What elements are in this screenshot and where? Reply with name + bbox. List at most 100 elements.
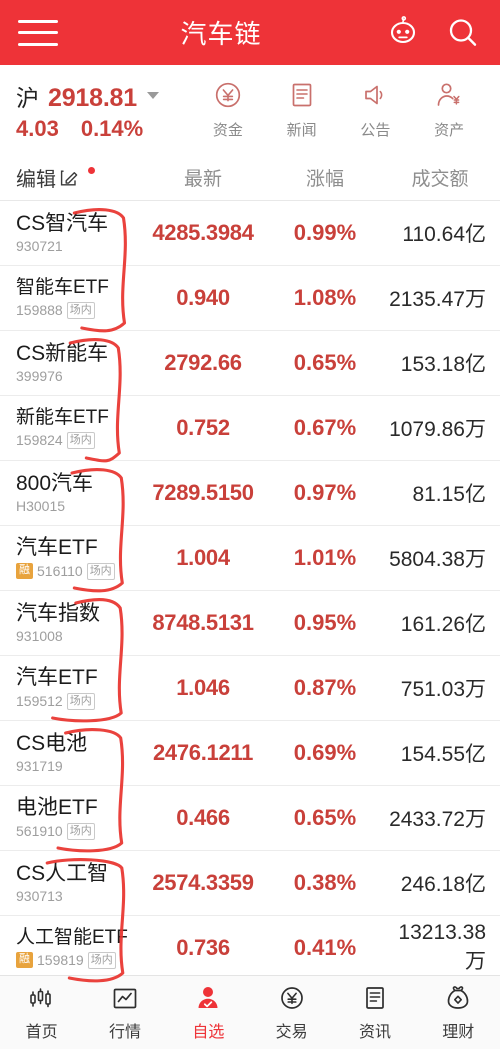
change-percent-value: 0.65% (293, 805, 357, 830)
turnover-amount-value: 2433.72万 (389, 808, 486, 831)
speaker-announce-icon (365, 85, 383, 105)
chevron-down-icon[interactable] (146, 92, 159, 99)
change-percent-value: 0.65% (293, 350, 357, 375)
table-row[interactable]: CS电池 931719 2476.1211 0.69% 154.55亿 (0, 721, 500, 786)
instrument-meta: 融 516110 场内 (16, 562, 136, 580)
margin-trading-badge: 融 (16, 563, 33, 580)
row-name-cell: 人工智能ETF 融 159819 场内 (0, 927, 136, 969)
quick-action-news[interactable]: 新闻 (271, 80, 333, 140)
row-name-cell: 智能车ETF 159888 场内 (0, 277, 136, 319)
row-name-cell: 汽车ETF 融 516110 场内 (0, 536, 136, 580)
nav-item-home[interactable]: 首页 (0, 984, 83, 1042)
index-name: 沪 (16, 84, 39, 111)
nav-label: 交易 (275, 1023, 308, 1041)
exchange-traded-badge: 场内 (66, 692, 95, 710)
index-summary[interactable]: 沪 2918.81 4.03 0.14% (16, 79, 191, 142)
row-name-cell: 电池ETF 561910 场内 (0, 796, 136, 840)
turnover-amount-value: 13213.38万 (398, 921, 486, 973)
quick-action-announcements[interactable]: 公告 (344, 80, 406, 140)
nav-item-watchlist[interactable]: 自选 (167, 984, 250, 1042)
instrument-name: 汽车ETF (16, 536, 98, 560)
instrument-name: 人工智能ETF (16, 927, 128, 949)
column-header-change[interactable]: 涨幅 (270, 164, 380, 191)
candlestick-icon (29, 987, 51, 1007)
instrument-name: CS电池 (16, 731, 88, 755)
change-percent-value: 0.97% (293, 480, 357, 505)
nav-item-markets[interactable]: 行情 (83, 984, 166, 1042)
instrument-code: 930721 (16, 238, 63, 255)
instrument-code: 516110 (37, 563, 83, 580)
instrument-code: 159512 (16, 693, 63, 710)
change-percent-value: 0.69% (293, 740, 357, 765)
price-value: 0.752 (176, 415, 230, 440)
nav-label: 自选 (192, 1023, 225, 1041)
quick-action-label: 资金 (212, 122, 243, 139)
table-row[interactable]: 汽车ETF 159512 场内 1.046 0.87% 751.03万 (0, 656, 500, 721)
exchange-traded-badge: 场内 (66, 822, 95, 840)
instrument-meta: 561910 场内 (16, 822, 136, 840)
row-name-cell: CS电池 931719 (0, 732, 136, 775)
quick-action-bar: 资金 新闻 公告 资产 (191, 80, 486, 140)
table-row[interactable]: CS智汽车 930721 4285.3984 0.99% 110.64亿 (0, 201, 500, 266)
quick-action-label: 新闻 (286, 122, 317, 139)
instrument-name: 电池ETF (16, 796, 98, 820)
index-and-quick-actions: 沪 2918.81 4.03 0.14% 资金 新闻 公告 资产 (0, 65, 500, 155)
instrument-name: 汽车ETF (16, 666, 98, 690)
price-value: 8748.5131 (152, 610, 254, 635)
table-row[interactable]: 汽车指数 931008 8748.5131 0.95% 161.26亿 (0, 591, 500, 656)
nav-label: 行情 (108, 1023, 141, 1041)
turnover-amount-value: 154.55亿 (400, 743, 486, 766)
quick-action-funds[interactable]: 资金 (197, 80, 259, 140)
instrument-code: 159824 (16, 432, 63, 449)
change-percent-value: 0.99% (293, 220, 357, 245)
change-percent-value: 0.87% (293, 675, 357, 700)
change-percent-value: 0.67% (293, 415, 357, 440)
instrument-name: CS人工智 (16, 861, 109, 885)
index-change-percent: 0.14% (80, 115, 144, 141)
instrument-code: 931719 (16, 758, 63, 775)
table-row[interactable]: CS新能车 399976 2792.66 0.65% 153.18亿 (0, 331, 500, 396)
nav-item-news[interactable]: 资讯 (333, 984, 416, 1042)
table-row[interactable]: 新能车ETF 159824 场内 0.752 0.67% 1079.86万 (0, 396, 500, 461)
table-row[interactable]: 800汽车 H30015 7289.5150 0.97% 81.15亿 (0, 461, 500, 526)
table-row[interactable]: CS人工智 930713 2574.3359 0.38% 246.18亿 (0, 851, 500, 916)
nav-item-trade[interactable]: 交易 (250, 984, 333, 1042)
price-value: 7289.5150 (152, 480, 254, 505)
price-value: 0.466 (176, 805, 230, 830)
header-actions (384, 14, 482, 52)
quick-action-assets[interactable]: 资产 (418, 80, 480, 140)
exchange-traded-badge: 场内 (66, 431, 95, 449)
nav-item-finance[interactable]: 理财 (417, 984, 500, 1042)
column-header-amount[interactable]: 成交额 (380, 164, 500, 191)
instrument-code: 561910 (16, 823, 63, 840)
column-header-price[interactable]: 最新 (136, 164, 270, 191)
instrument-meta: 159512 场内 (16, 692, 136, 710)
search-icon[interactable] (444, 14, 482, 52)
app-root: 汽车链 沪 2918.81 4.03 0.14% 资金 新闻 公告 资产 编辑 … (0, 0, 500, 1049)
hamburger-menu-icon[interactable] (18, 19, 58, 46)
yen-circle-icon (280, 986, 303, 1009)
turnover-amount-value: 110.64亿 (402, 223, 486, 246)
price-value: 0.736 (176, 935, 230, 960)
index-value: 2918.81 (48, 83, 137, 112)
price-value: 2476.1211 (152, 740, 254, 765)
table-row[interactable]: 智能车ETF 159888 场内 0.940 1.08% 2135.47万 (0, 266, 500, 331)
table-row[interactable]: 人工智能ETF 融 159819 场内 0.736 0.41% 13213.38万 (0, 916, 500, 981)
instrument-code: 399976 (16, 368, 63, 385)
turnover-amount-value: 5804.38万 (389, 548, 486, 571)
edit-watchlist-button[interactable]: 编辑 (0, 163, 136, 192)
row-name-cell: 新能车ETF 159824 场内 (0, 407, 136, 449)
instrument-code: 931008 (16, 628, 63, 645)
instrument-name: CS智汽车 (16, 211, 109, 235)
exchange-traded-badge: 场内 (87, 951, 116, 969)
robot-assistant-icon[interactable] (384, 14, 422, 52)
table-row[interactable]: 电池ETF 561910 场内 0.466 0.65% 2433.72万 (0, 786, 500, 851)
instrument-meta: 930713 (16, 888, 136, 904)
instrument-meta: H30015 (16, 498, 136, 514)
instrument-meta: 931008 (16, 628, 136, 644)
instrument-meta: 159888 场内 (16, 301, 136, 319)
change-percent-value: 0.41% (293, 935, 357, 960)
price-value: 0.940 (176, 285, 230, 310)
quick-action-label: 资产 (434, 122, 465, 139)
table-row[interactable]: 汽车ETF 融 516110 场内 1.004 1.01% 5804.38万 (0, 526, 500, 591)
